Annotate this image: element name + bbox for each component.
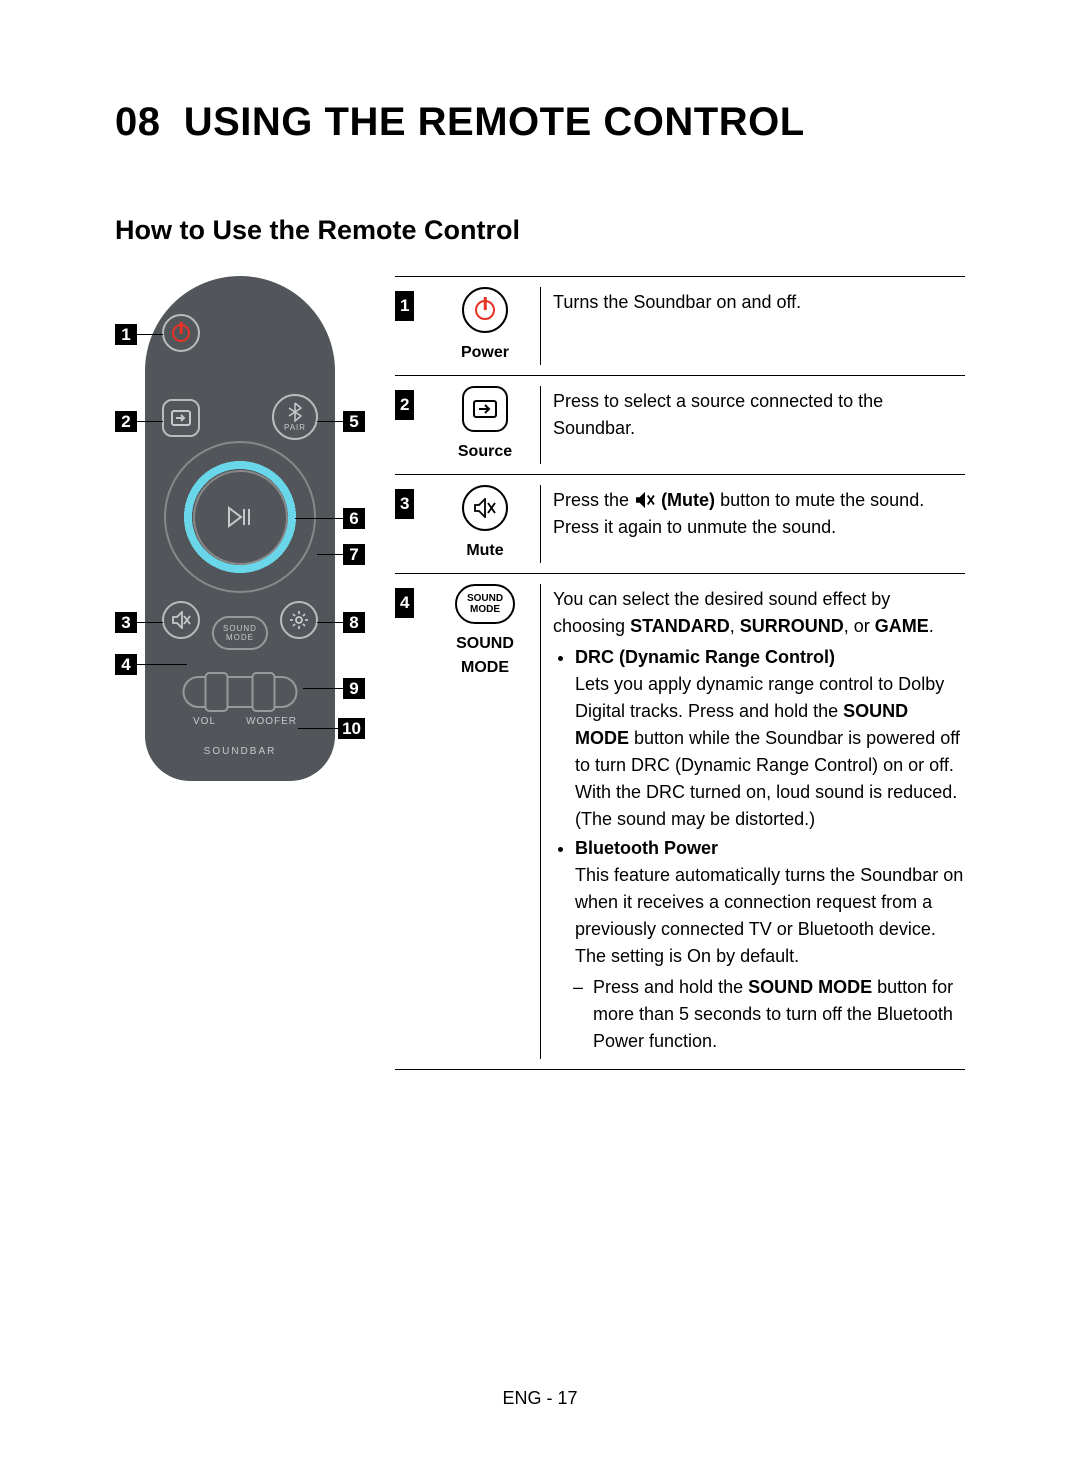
remote-diagram: PAIR [115,276,365,781]
pill-line1: SOUND [467,593,503,604]
row-icon-label: SOUND MODE [430,632,540,680]
table-row: 3 Mute Press the (Mute) button to mute [395,475,965,574]
list-item: DRC (Dynamic Range Control) Lets you app… [575,644,965,833]
power-icon-box [462,287,508,333]
row-desc: You can select the desired sound effect … [540,584,965,1059]
row-desc: Press to select a source connected to th… [540,386,965,464]
callout-num: 6 [343,508,365,529]
callout-num: 9 [343,678,365,699]
sound-mode-line2: MODE [226,633,254,642]
source-icon-box [462,386,508,432]
row-icon-cell: SOUND MODE SOUND MODE [430,584,540,1059]
bullet-text: button while the Soundbar is powered off… [575,728,960,829]
source-icon [171,410,191,426]
callout-2: 2 [115,411,163,432]
sub-text: Press and hold the [593,977,748,997]
subsection-title: How to Use the Remote Control [115,215,965,246]
callout-9: 9 [303,678,365,699]
power-icon [172,324,190,342]
mute-icon-box [462,485,508,531]
callout-num: 7 [343,544,365,565]
bullet-text: This feature automatically turns the Sou… [575,865,963,966]
table-row: 2 Source Press to select a source connec… [395,376,965,475]
bullet-title: Bluetooth Power [575,838,718,858]
mute-icon [473,498,497,518]
callout-7: 7 [317,544,365,565]
function-table: 1 Power Turns the Soundbar on and off. 2 [395,276,965,1070]
remote-body: PAIR [145,276,335,781]
intro-bold: STANDARD [630,616,730,636]
woofer-label: WOOFER [246,716,297,727]
play-pause-icon [227,506,253,528]
bullet-title: DRC (Dynamic Range Control) [575,647,835,667]
list-item: Press and hold the SOUND MODE button for… [593,974,965,1055]
vol-label: VOL [193,716,216,727]
callout-num: 3 [115,612,137,633]
section-title-text: USING THE REMOTE CONTROL [184,100,805,144]
mute-icon-inline [634,491,656,509]
row-num: 4 [395,588,414,618]
callout-8: 8 [317,612,365,633]
brand-label: SOUNDBAR [204,746,277,757]
list-item: Bluetooth Power This feature automatical… [575,835,965,1055]
sound-mode-line1: SOUND [223,624,257,633]
pill-line2: MODE [470,604,500,615]
row-num: 1 [395,291,414,321]
settings-button [280,601,318,639]
intro-bold: GAME [875,616,929,636]
sub-bold: SOUND MODE [748,977,872,997]
mute-icon [171,611,191,629]
callout-num: 10 [338,718,365,739]
intro-text: , [730,616,740,636]
row-icon-label: Power [430,341,540,365]
page-footer: ENG - 17 [0,1388,1080,1409]
mute-button [162,601,200,639]
gear-icon [289,610,309,630]
vol-woofer-rocker [183,676,298,708]
callout-6: 6 [295,508,365,529]
nav-ring [164,441,316,593]
callout-num: 1 [115,324,137,345]
intro-text: , or [844,616,875,636]
row-desc: Press the (Mute) button to mute the soun… [540,485,965,563]
intro-bold: SURROUND [740,616,844,636]
table-row: 4 SOUND MODE SOUND MODE You can select t… [395,574,965,1070]
callout-5: 5 [317,411,365,432]
sound-mode-icon-box: SOUND MODE [455,584,515,624]
table-row: 1 Power Turns the Soundbar on and off. [395,277,965,376]
row-icon-cell: Mute [430,485,540,563]
row-desc: Turns the Soundbar on and off. [540,287,965,365]
desc-text: Press the [553,490,634,510]
callout-10: 10 [298,718,365,739]
bluetooth-icon [288,402,302,422]
source-button [162,399,200,437]
row-icon-label: Source [430,440,540,464]
pair-label: PAIR [284,423,306,432]
play-pause-button [193,470,288,565]
section-number: 08 [115,100,161,144]
desc-bold: (Mute) [661,490,715,510]
callout-num: 5 [343,411,365,432]
callout-1: 1 [115,324,163,345]
row-icon-label: Mute [430,539,540,563]
sound-mode-button: SOUND MODE [212,616,268,650]
row-num: 3 [395,489,414,519]
row-icon-cell: Source [430,386,540,464]
callout-num: 8 [343,612,365,633]
section-title: 08 USING THE REMOTE CONTROL [115,100,965,145]
bluetooth-pair-button: PAIR [272,394,318,440]
callout-4: 4 [115,654,187,675]
vol-tab [205,672,229,712]
callout-3: 3 [115,612,163,633]
callout-num: 2 [115,411,137,432]
row-icon-cell: Power [430,287,540,365]
row-num: 2 [395,390,414,420]
callout-num: 4 [115,654,137,675]
woofer-tab [252,672,276,712]
intro-text: . [929,616,934,636]
power-button [162,314,200,352]
source-icon [473,400,497,418]
